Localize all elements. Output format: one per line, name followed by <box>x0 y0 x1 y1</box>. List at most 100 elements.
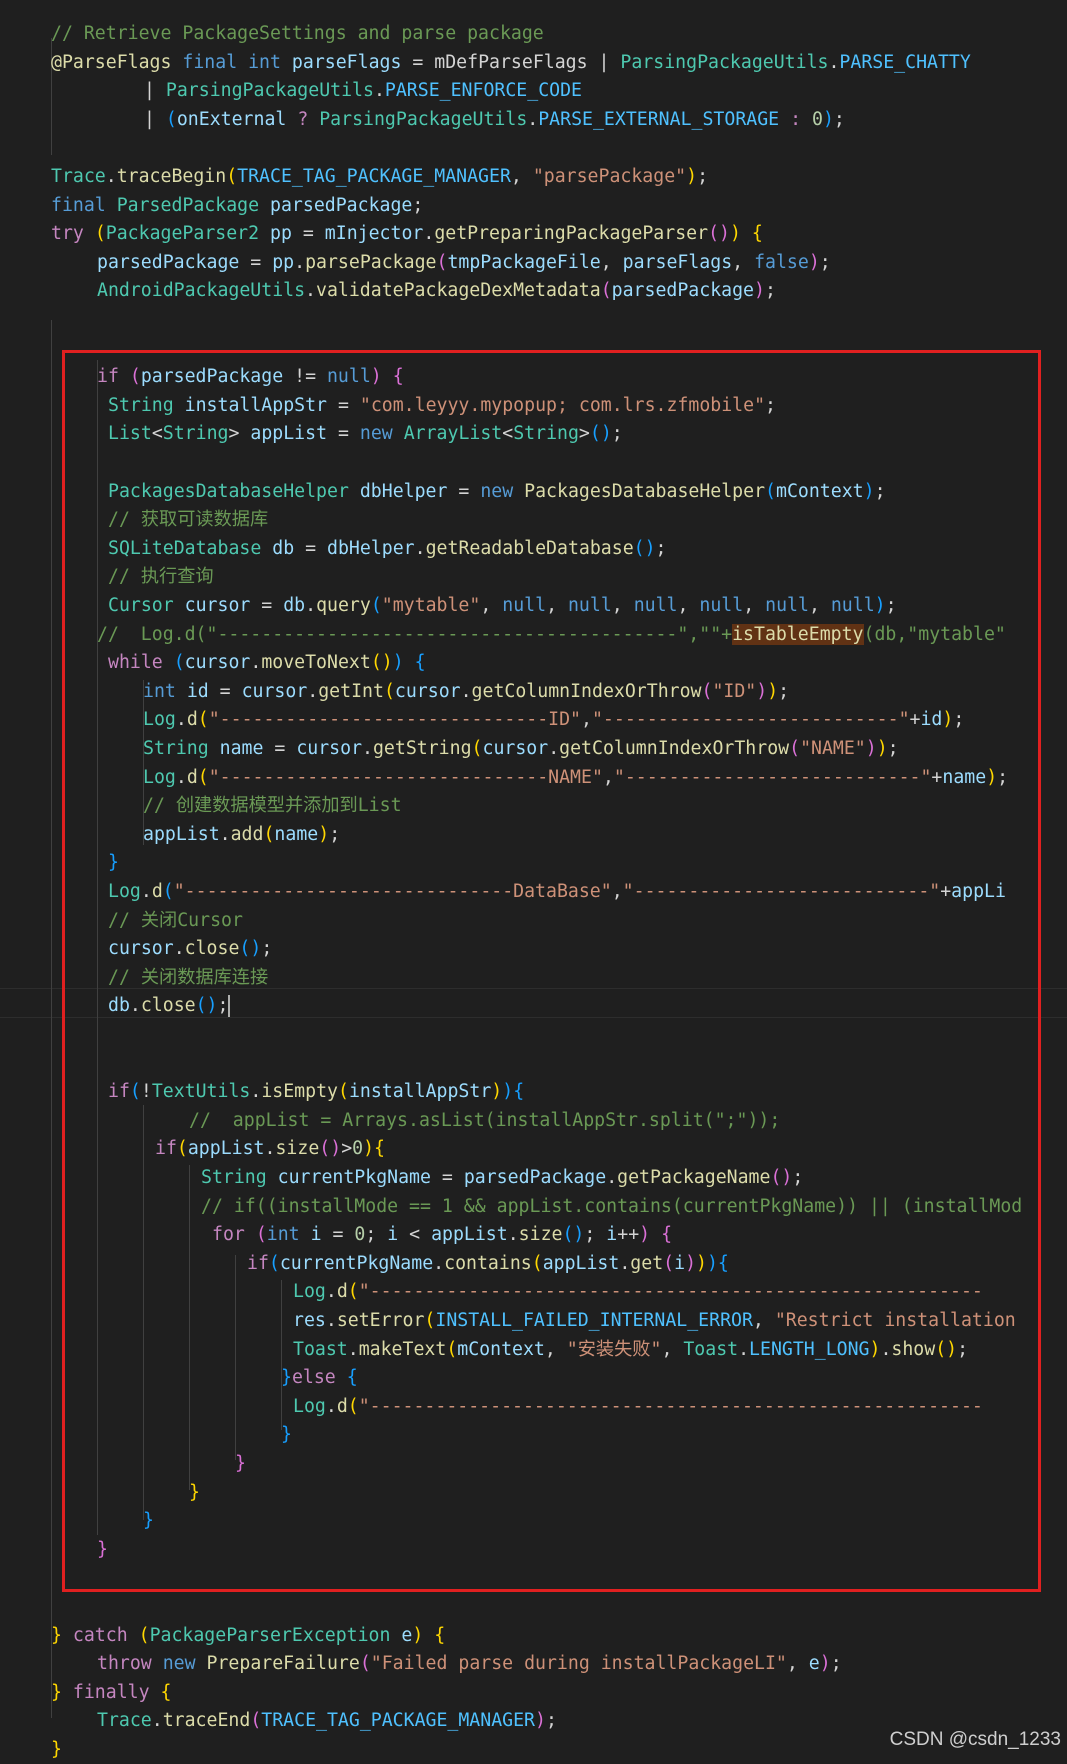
code-token: + <box>909 709 921 731</box>
code-line: @ParseFlags final int parseFlags = mDefP… <box>51 49 971 77</box>
code-line: try (PackageParser2 pp = mInjector.getPr… <box>51 220 763 248</box>
code-token: ( <box>436 251 448 273</box>
code-token: ( <box>531 1252 543 1274</box>
code-token: appList <box>542 1252 620 1274</box>
code-line: // Log.d("------------------------------… <box>97 621 1006 649</box>
code-token: | <box>144 108 166 130</box>
code-token: { <box>434 1624 446 1646</box>
code-token: null <box>830 595 875 616</box>
code-token: , <box>752 1310 775 1331</box>
code-token: "Restrict installation <box>774 1310 1016 1331</box>
code-token: . <box>175 709 187 731</box>
code-token: ( <box>359 1653 371 1675</box>
code-token: Trace <box>97 1710 152 1732</box>
indent-guide <box>189 1165 190 1490</box>
code-token: ( <box>94 223 106 245</box>
code-token: = <box>263 738 297 759</box>
code-line: PackagesDatabaseHelper dbHelper = new Pa… <box>108 478 886 506</box>
code-token: null <box>633 595 678 616</box>
code-token: Log <box>293 1281 326 1303</box>
code-token: = <box>294 537 328 559</box>
code-token: String <box>108 394 174 416</box>
code-token: id <box>186 680 209 702</box>
code-line: res.setError(INSTALL_FAILED_INTERNAL_ERR… <box>293 1307 1016 1335</box>
code-token: tmpPackageFile <box>447 251 601 273</box>
code-token: TextUtils <box>151 1081 251 1103</box>
code-token: ( <box>424 1310 436 1331</box>
code-token: : <box>790 108 802 130</box>
code-token: ; <box>833 108 845 130</box>
code-token: validatePackageDexMetadata <box>316 280 601 302</box>
code-token: ; <box>778 680 790 702</box>
code-token: ) <box>392 652 404 674</box>
code-token: while <box>108 652 163 674</box>
code-line: throw new PrepareFailure("Failed parse d… <box>97 1650 842 1678</box>
code-token: } <box>51 1739 62 1760</box>
code-line: } <box>189 1479 200 1507</box>
code-token: cursor <box>241 680 308 702</box>
code-token: currentPkgName <box>277 1167 431 1188</box>
code-token: , <box>611 595 634 616</box>
code-token: ; <box>819 251 831 273</box>
code-token: , <box>600 251 623 273</box>
code-token: query <box>316 595 371 616</box>
code-token: Log <box>143 766 176 788</box>
code-token: . <box>619 1252 631 1274</box>
code-token: > <box>578 423 590 445</box>
code-token: ; <box>764 280 776 302</box>
code-token: ( <box>255 1224 267 1246</box>
code-token: PackagesDatabaseHelper <box>108 480 349 502</box>
code-editor[interactable]: // Retrieve PackageSettings and parse pa… <box>0 0 1067 1760</box>
code-token: . <box>414 537 426 559</box>
code-token: get <box>630 1252 664 1274</box>
code-token: . <box>738 1338 750 1360</box>
code-token: SQLiteDatabase <box>108 537 262 559</box>
code-token: d <box>186 709 198 731</box>
code-token: ) <box>729 223 741 245</box>
code-line: } <box>108 849 119 877</box>
code-token: "------------------------------NAME" <box>208 766 603 788</box>
code-token: ( <box>471 738 483 759</box>
code-token: "com.leyyy.mypopup; com.lrs.zfmobile" <box>359 394 766 416</box>
code-token: ( <box>176 1138 188 1160</box>
code-line: Toast.makeText(mContext, "安装失败", Toast.L… <box>293 1336 968 1364</box>
code-line: Cursor cursor = db.query("mytable", null… <box>108 592 897 620</box>
code-line: // if((installMode == 1 && appList.conta… <box>201 1193 1022 1221</box>
code-token: cursor <box>394 680 461 702</box>
code-line: | ParsingPackageUtils.PARSE_ENFORCE_CODE <box>144 77 582 105</box>
code-token: { <box>374 1138 385 1160</box>
code-token: , <box>743 595 766 616</box>
code-line: String currentPkgName = parsedPackage.ge… <box>201 1164 803 1192</box>
code-token: else <box>291 1367 336 1389</box>
code-token: . <box>105 166 117 187</box>
code-token: add <box>230 823 264 845</box>
code-token: ( <box>600 280 612 302</box>
code-token: } <box>97 1538 108 1560</box>
code-token: . <box>548 738 560 759</box>
code-token: new <box>162 1653 196 1675</box>
code-token: // Log.d("------------------------------… <box>97 623 733 645</box>
code-token: ) <box>869 1338 881 1360</box>
code-token: installAppStr <box>348 1081 492 1103</box>
code-token: ) <box>706 1252 718 1274</box>
code-token: String <box>162 423 229 445</box>
code-token: { <box>717 1252 729 1274</box>
code-token: ; <box>953 709 965 731</box>
code-token: ( <box>268 1252 280 1274</box>
code-token: mContext <box>457 1338 545 1360</box>
code-line: final ParsedPackage parsedPackage; <box>51 192 423 220</box>
code-token: "安装失败" <box>566 1338 662 1360</box>
code-token: ( <box>197 766 209 788</box>
code-token: ) <box>686 166 698 187</box>
code-token: cursor <box>482 738 549 759</box>
code-token: , <box>611 881 623 902</box>
code-token: , <box>581 709 592 731</box>
